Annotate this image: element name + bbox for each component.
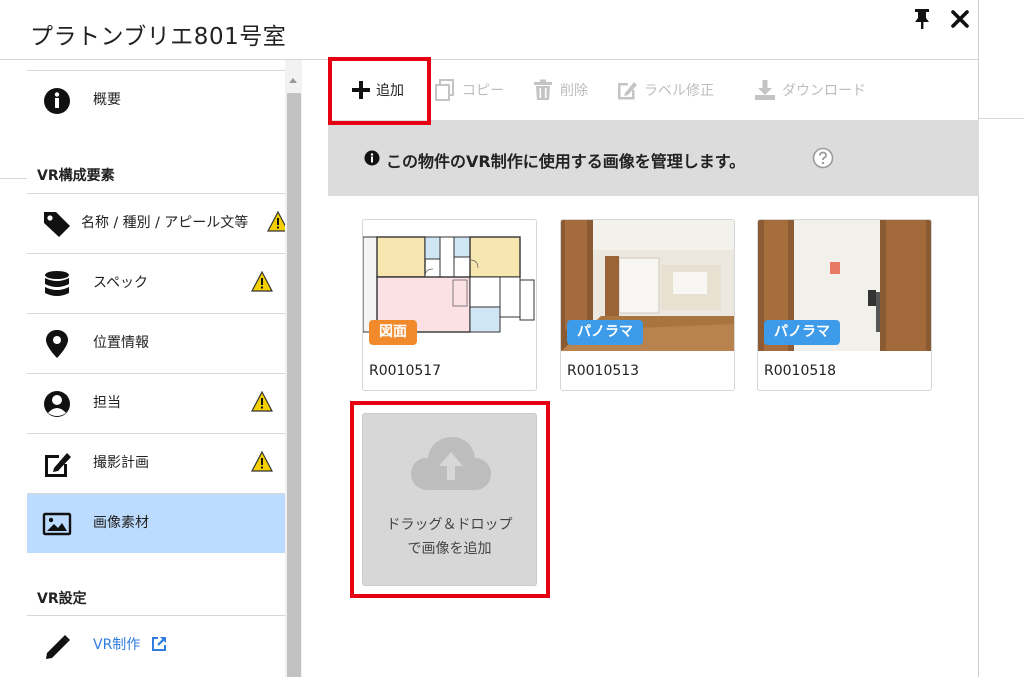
edit-label-button-label: ラベル修正	[644, 83, 714, 99]
sidebar-item-label: 画像素材	[93, 515, 149, 531]
section-heading-vr-elements: VR構成要素	[37, 168, 115, 184]
divider	[979, 118, 1024, 119]
panel-header: プラトンブリエ801号室	[0, 0, 979, 60]
pencil-icon	[46, 635, 70, 659]
edit-icon	[618, 82, 637, 100]
copy-icon	[435, 79, 454, 101]
image-filename: R0010518	[764, 363, 837, 379]
sidebar-item-name-type[interactable]: 名称 / 種別 / アピール文等	[27, 193, 289, 253]
sidebar-item-label: 担当	[93, 395, 121, 411]
scrollbar-thumb[interactable]	[287, 93, 301, 677]
pin-icon[interactable]	[911, 8, 933, 30]
delete-button-label: 削除	[560, 83, 588, 99]
tag-icon	[44, 212, 70, 237]
sidebar-item-label: VR制作	[93, 637, 141, 653]
sidebar-nav: 概要 VR構成要素 名称 / 種別 / アピール文等 スペック 位置情報 担当 …	[27, 60, 289, 677]
sidebar-item-images[interactable]: 画像素材	[27, 493, 285, 553]
user-circle-icon	[44, 391, 70, 417]
trash-icon	[534, 79, 552, 100]
copy-button-label: コピー	[462, 83, 504, 99]
image-card[interactable]: 図面 R0010517	[362, 219, 537, 391]
image-card[interactable]: パノラマ R0010513	[560, 219, 735, 391]
edit-icon	[45, 453, 71, 477]
property-panel: プラトンブリエ801号室 概要 VR構成要素 名称 / 種別 / アピール文等 …	[0, 0, 979, 677]
close-icon[interactable]	[949, 8, 971, 30]
sidebar-item-location[interactable]: 位置情報	[27, 313, 285, 373]
sidebar-item-label: 名称 / 種別 / アピール文等	[81, 215, 249, 231]
sidebar-item-staff[interactable]: 担当	[27, 373, 285, 433]
image-icon	[42, 512, 72, 536]
page: プラトンブリエ801号室 概要 VR構成要素 名称 / 種別 / アピール文等 …	[0, 0, 1024, 677]
image-filename: R0010513	[567, 363, 640, 379]
image-type-badge: パノラマ	[764, 320, 840, 345]
info-message: この物件のVR制作に使用する画像を管理します。	[386, 152, 746, 171]
sidebar-item-shooting-plan[interactable]: 撮影計画	[27, 433, 285, 493]
sidebar-item-spec[interactable]: スペック	[27, 253, 285, 313]
info-circle-icon	[364, 150, 380, 166]
sidebar-item-label: 撮影計画	[93, 455, 149, 471]
sidebar-item-label: スペック	[93, 275, 149, 291]
database-icon	[45, 271, 69, 296]
page-title: プラトンブリエ801号室	[30, 24, 287, 50]
sidebar-item-label: 概要	[93, 92, 121, 108]
info-circle-icon	[44, 88, 70, 114]
scroll-up-arrow-icon[interactable]	[289, 78, 297, 83]
image-filename: R0010517	[369, 363, 442, 379]
external-link-icon[interactable]	[151, 636, 167, 652]
image-type-badge: 図面	[369, 320, 417, 345]
warning-icon	[251, 451, 273, 472]
download-button[interactable]: ダウンロード	[754, 60, 866, 120]
divider	[0, 178, 27, 179]
sidebar: 概要 VR構成要素 名称 / 種別 / アピール文等 スペック 位置情報 担当 …	[0, 60, 302, 677]
image-type-badge: パノラマ	[567, 320, 643, 345]
warning-icon	[251, 391, 273, 412]
delete-button[interactable]: 削除	[532, 60, 588, 120]
warning-icon	[251, 271, 273, 292]
sidebar-item-overview[interactable]: 概要	[27, 70, 285, 130]
highlight-box	[350, 401, 550, 598]
edit-label-button[interactable]: ラベル修正	[616, 60, 714, 120]
copy-button[interactable]: コピー	[434, 60, 504, 120]
sidebar-item-label: 位置情報	[93, 335, 149, 351]
question-circle-icon[interactable]	[812, 147, 834, 169]
image-card[interactable]: パノラマ R0010518	[757, 219, 932, 391]
info-banner: この物件のVR制作に使用する画像を管理します。	[328, 120, 979, 196]
sidebar-item-vr-production[interactable]: VR制作	[27, 615, 285, 675]
highlight-box	[328, 57, 431, 125]
download-icon	[755, 80, 775, 100]
section-heading-vr-settings: VR設定	[37, 591, 87, 607]
map-marker-icon	[46, 330, 68, 358]
download-button-label: ダウンロード	[782, 83, 866, 99]
